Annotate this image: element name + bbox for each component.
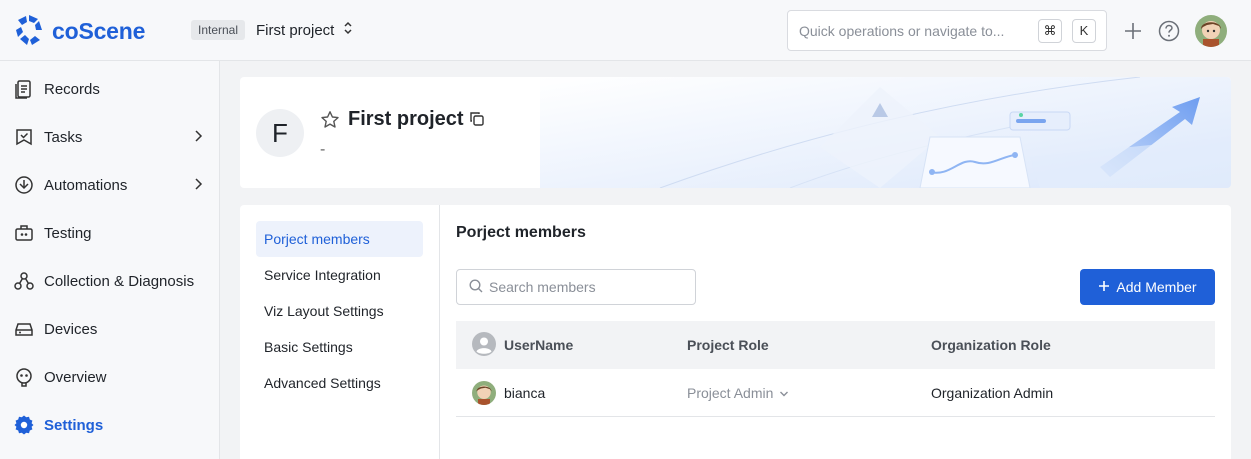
settings-menu: Porject members Service Integration Viz … (240, 205, 440, 459)
sidebar-item-label: Testing (44, 224, 92, 242)
sidebar: Records Tasks Automations Testing Collec… (0, 61, 220, 459)
chevron-right-icon (193, 177, 203, 195)
chevron-right-icon (193, 129, 203, 147)
top-bar: coScene Internal First project ⌘ K (0, 0, 1251, 61)
chevron-updown-icon (342, 21, 354, 39)
sidebar-item-overview[interactable]: Overview (0, 357, 219, 397)
shortcut-key-cmd: ⌘ (1038, 18, 1062, 43)
avatar (472, 380, 496, 405)
column-username: UserName (456, 331, 687, 359)
sidebar-item-collection-diagnosis[interactable]: Collection & Diagnosis (0, 261, 219, 301)
project-avatar: F (256, 109, 304, 157)
automations-icon (14, 175, 34, 195)
diagnosis-icon (14, 271, 34, 291)
sidebar-item-automations[interactable]: Automations (0, 165, 219, 205)
quick-nav-input[interactable] (799, 22, 1038, 39)
project-switcher-label: First project (256, 21, 335, 39)
org-badge: Internal (191, 20, 246, 40)
add-member-label: Add Member (1116, 279, 1197, 295)
records-icon (14, 79, 34, 99)
logo[interactable]: coScene (14, 13, 145, 50)
sidebar-item-label: Devices (44, 320, 98, 338)
tasks-icon (14, 127, 34, 147)
project-role-select[interactable]: Project Admin (687, 385, 789, 401)
shortcut-key-k: K (1072, 18, 1096, 43)
settings-menu-viz-layout[interactable]: Viz Layout Settings (256, 293, 423, 329)
sidebar-item-settings[interactable]: Settings (0, 405, 219, 445)
gear-icon (14, 415, 34, 435)
overview-icon (14, 367, 34, 387)
settings-menu-basic[interactable]: Basic Settings (256, 329, 423, 365)
sidebar-item-label: Records (44, 80, 100, 98)
sidebar-item-records[interactable]: Records (0, 69, 219, 109)
sidebar-item-tasks[interactable]: Tasks (0, 117, 219, 157)
project-title: First project (348, 108, 464, 130)
banner-illustration (540, 77, 1231, 188)
settings-menu-advanced[interactable]: Advanced Settings (256, 365, 423, 401)
project-banner: F First project - (240, 77, 1231, 188)
sidebar-item-label: Overview (44, 368, 107, 386)
coscene-logo-icon (14, 13, 44, 50)
project-switcher[interactable]: First project (256, 21, 354, 39)
member-organization-role: Organization Admin (931, 384, 1054, 401)
chevron-down-icon (779, 385, 789, 401)
table-header: UserName Project Role Organization Role (456, 321, 1215, 369)
member-search[interactable] (456, 269, 696, 305)
quick-nav-search[interactable]: ⌘ K (787, 10, 1107, 51)
sidebar-item-label: Settings (44, 416, 104, 434)
plus-icon[interactable] (1121, 19, 1145, 43)
project-description: - (320, 141, 326, 158)
sidebar-item-label: Automations (44, 176, 128, 194)
settings-card: Porject members Service Integration Viz … (240, 205, 1231, 459)
star-icon[interactable] (320, 110, 340, 133)
user-avatar[interactable] (1195, 15, 1227, 47)
member-username-cell: bianca (456, 380, 687, 405)
project-role-value: Project Admin (687, 384, 774, 401)
sidebar-item-devices[interactable]: Devices (0, 309, 219, 349)
plus-icon (1098, 279, 1110, 295)
logo-text: coScene (52, 18, 146, 44)
user-placeholder-icon (472, 331, 496, 359)
devices-icon (14, 319, 34, 339)
panel-title: Porject members (456, 224, 586, 241)
help-icon[interactable] (1157, 19, 1181, 43)
search-icon (469, 278, 483, 296)
add-member-button[interactable]: Add Member (1080, 269, 1215, 305)
settings-menu-project-members[interactable]: Porject members (256, 221, 423, 257)
sidebar-item-label: Tasks (44, 128, 83, 146)
member-search-input[interactable] (489, 279, 695, 295)
settings-menu-service-integration[interactable]: Service Integration (256, 257, 423, 293)
sidebar-item-testing[interactable]: Testing (0, 213, 219, 253)
column-organization-role: Organization Role (931, 337, 1051, 353)
member-username: bianca (504, 384, 546, 401)
member-project-role-cell: Project Admin (687, 385, 931, 401)
column-project-role: Project Role (687, 337, 769, 353)
table-row: bianca Project Admin Organization Admin (456, 369, 1215, 417)
column-header-label: UserName (504, 337, 574, 353)
testing-icon (14, 223, 34, 243)
copy-icon[interactable] (469, 111, 485, 130)
members-table: UserName Project Role Organization Role … (456, 321, 1215, 417)
sidebar-item-label: Collection & Diagnosis (44, 272, 195, 290)
